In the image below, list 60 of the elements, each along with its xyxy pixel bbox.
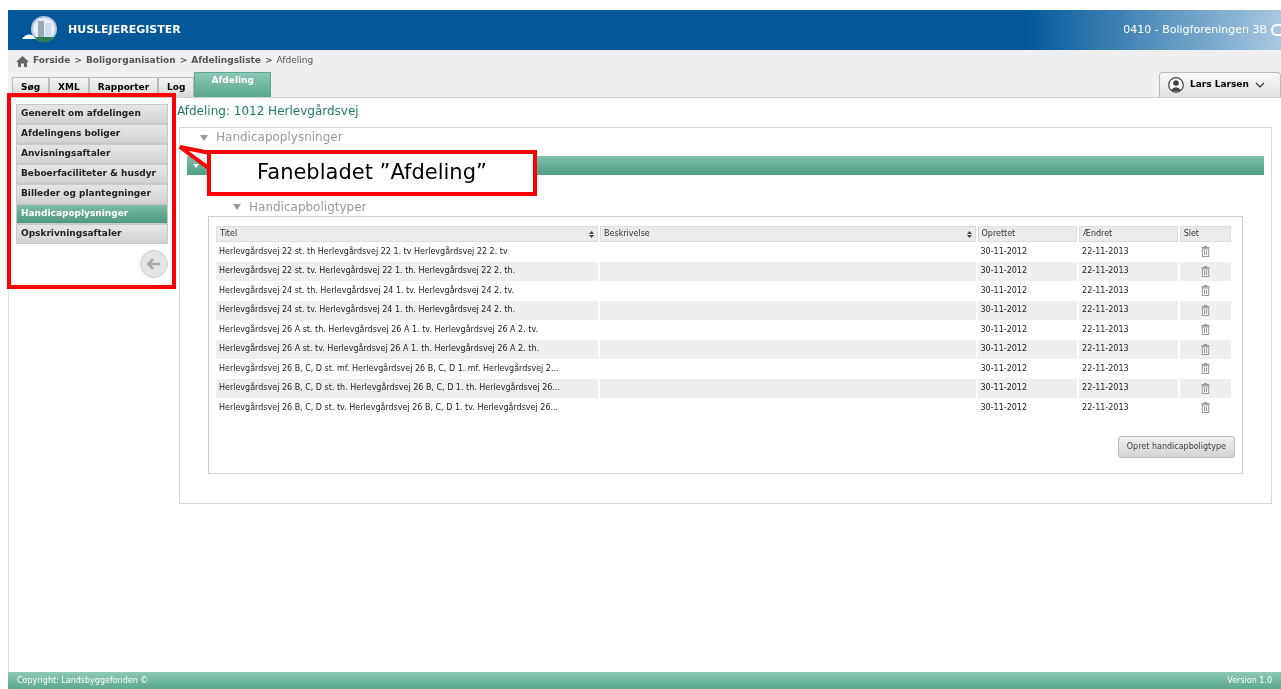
column-header: Oprettet xyxy=(977,226,1078,242)
trash-icon[interactable] xyxy=(1200,324,1210,336)
table-cell: 30-11-2012 xyxy=(977,261,1078,281)
sidebar-item[interactable]: Beboerfaciliteter & husdyr xyxy=(16,164,168,184)
trash-icon[interactable] xyxy=(1200,382,1210,394)
table-cell: 22-11-2013 xyxy=(1079,339,1178,359)
breadcrumb-separator: > xyxy=(74,54,82,68)
column-header[interactable]: Titel xyxy=(216,226,599,242)
table-cell: 22-11-2013 xyxy=(1079,378,1178,398)
trash-icon[interactable] xyxy=(1200,343,1210,355)
trash-icon[interactable] xyxy=(1200,265,1210,277)
table-cell: 22-11-2013 xyxy=(1079,261,1178,281)
sort-icon[interactable] xyxy=(966,230,972,238)
breadcrumb-link[interactable]: Afdelingsliste xyxy=(191,54,261,68)
trash-icon[interactable] xyxy=(1200,402,1210,414)
breadcrumb-link[interactable]: Forside xyxy=(33,54,71,68)
home-icon[interactable] xyxy=(16,55,29,67)
callout-text: Fanebladet ”Afdeling” xyxy=(257,159,487,187)
caret-down-icon[interactable] xyxy=(193,163,199,168)
arrow-left-icon xyxy=(147,258,161,270)
chevron-down-icon xyxy=(1254,82,1265,88)
table-cell: Herlevgårdsvej 22 st. tv. Herlevgårdsvej 22 1. th. Herlevgårdsvej 22 2. th. xyxy=(216,261,599,281)
tab[interactable]: Log xyxy=(158,77,195,97)
table-cell: Herlevgårdsvej 26 B, C, D st. th. Herlevgårdsvej 26 B, C, D 1. th. Herlevgårdsvej 26... xyxy=(216,378,599,398)
table-cell: 22-11-2013 xyxy=(1079,300,1178,320)
organisation-name: 0410 - Boligforeningen 3B xyxy=(1123,21,1267,38)
trash-icon[interactable] xyxy=(1200,304,1210,316)
column-header: Ændret xyxy=(1079,226,1178,242)
breadcrumb-separator: > xyxy=(264,54,273,68)
user-menu-button[interactable]: Lars Larsen xyxy=(1159,72,1281,97)
breadcrumb-link[interactable]: Boligorganisation xyxy=(85,54,176,68)
breadcrumb-separator: > xyxy=(179,54,188,68)
table-cell: 30-11-2012 xyxy=(977,339,1078,359)
table-cell: 30-11-2012 xyxy=(977,378,1078,398)
trash-icon[interactable] xyxy=(1200,363,1210,375)
caret-down-icon[interactable] xyxy=(233,204,241,210)
sidebar-item[interactable]: Opskrivningsaftaler xyxy=(16,224,168,244)
subsection-title: Handicapboligtyper xyxy=(249,200,367,215)
page-title: Afdeling: 1012 Herlevgårdsvej xyxy=(177,103,360,120)
version-text: Version 1.0 xyxy=(1227,674,1272,687)
breadcrumb-link[interactable]: Afdeling xyxy=(276,54,314,68)
sidebar-item[interactable]: Anvisningsaftaler xyxy=(16,144,168,164)
column-header[interactable]: Beskrivelse xyxy=(600,226,976,242)
table-cell: Herlevgårdsvej 24 st. tv. Herlevgårdsvej 24 1. th. Herlevgårdsvej 24 2. th. xyxy=(216,300,599,320)
sidebar-item[interactable]: Billeder og plantegninger xyxy=(16,184,168,204)
sidebar-item[interactable]: Generelt om afdelingen xyxy=(16,104,168,124)
trash-icon[interactable] xyxy=(1200,285,1210,297)
caret-down-icon[interactable] xyxy=(200,135,208,141)
logo-text: HUSLEJEREGISTER xyxy=(68,21,181,38)
sidebar-item[interactable]: Afdelingens boliger xyxy=(16,124,168,144)
section-title: Handicapoplysninger xyxy=(216,130,343,145)
column-header: Slet xyxy=(1179,226,1231,242)
user-avatar-icon xyxy=(1168,77,1184,93)
trash-icon[interactable] xyxy=(1200,246,1210,258)
table-cell: 30-11-2012 xyxy=(977,300,1078,320)
sort-icon[interactable] xyxy=(589,230,595,238)
back-arrow-button[interactable] xyxy=(140,250,168,278)
copyright-text: Copyright: Landsbyggefonden © xyxy=(17,674,149,687)
create-button[interactable]: Opret handicapboligtype xyxy=(1117,435,1235,458)
table-cell: Herlevgårdsvej 26 A st. tv. Herlevgårdsvej 26 A 1. th. Herlevgårdsvej 26 A 2. th. xyxy=(216,339,599,359)
